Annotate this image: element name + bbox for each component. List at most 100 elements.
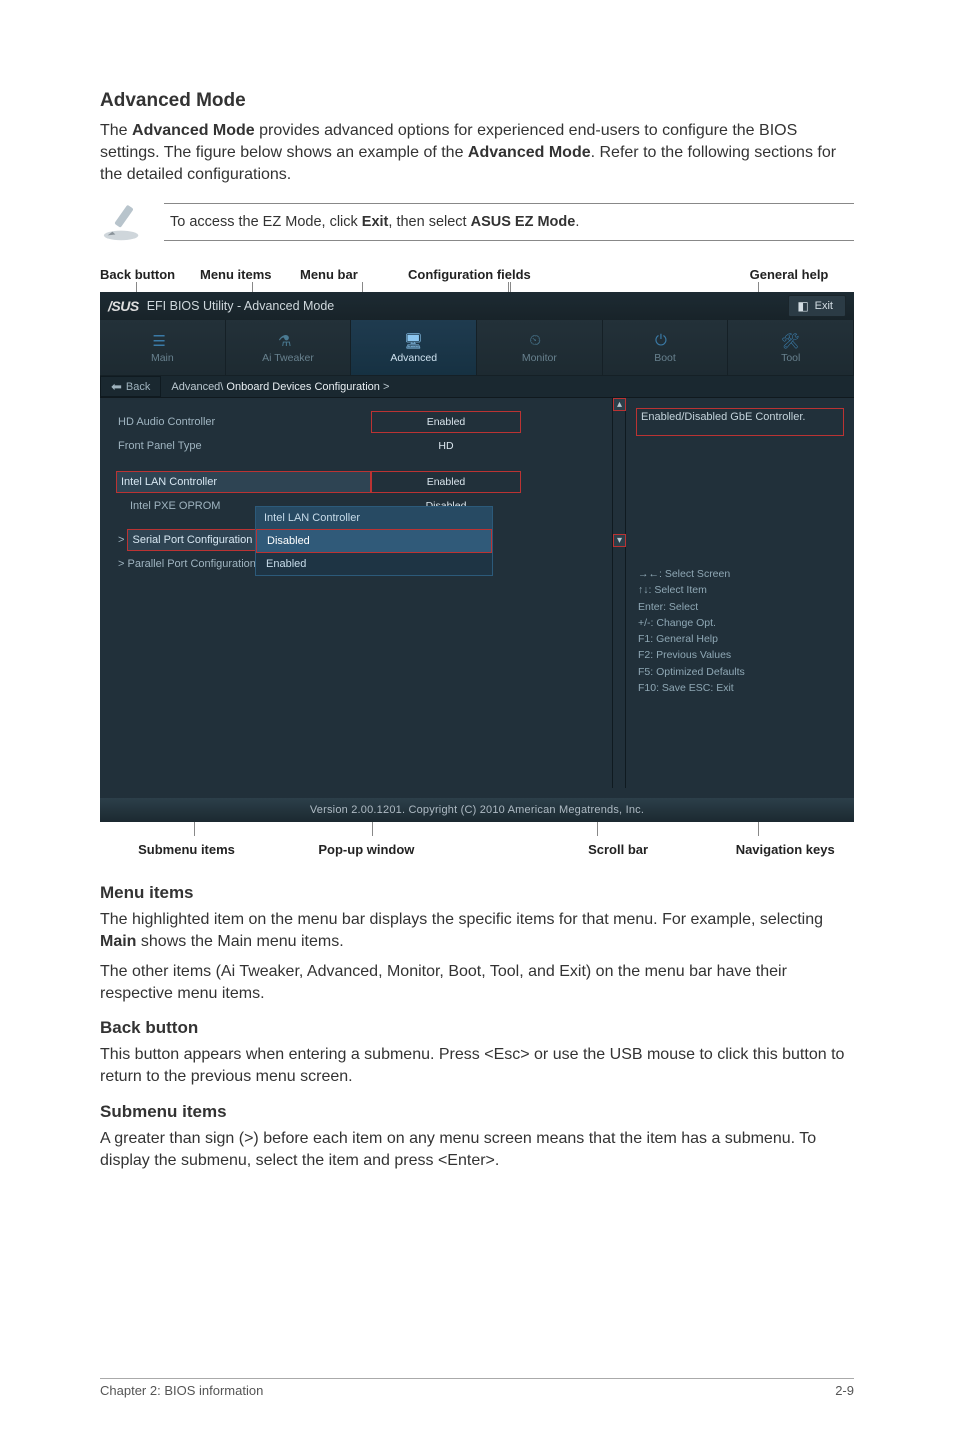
pencil-note-icon bbox=[100, 199, 146, 245]
nav-key-line: F10: Save ESC: Exit bbox=[638, 680, 745, 696]
breadcrumb-suffix: > bbox=[380, 381, 389, 393]
version-bar: Version 2.00.1201. Copyright (C) 2010 Am… bbox=[100, 798, 854, 822]
tab-tool[interactable]: 🛠Tool bbox=[728, 320, 854, 376]
row-label-text: Serial Port Configuration bbox=[127, 529, 257, 551]
field-front-panel[interactable]: HD bbox=[371, 435, 521, 457]
scroll-bar[interactable]: ▴ ▾ bbox=[612, 398, 625, 788]
annot-scroll-bar: Scroll bar bbox=[520, 842, 717, 857]
row-label: Intel LAN Controller bbox=[116, 471, 371, 493]
text-bold: Advanced Mode bbox=[132, 122, 255, 139]
annot-popup-window: Pop-up window bbox=[273, 842, 460, 857]
scroll-down-icon[interactable]: ▾ bbox=[613, 534, 626, 547]
scroll-up-icon[interactable]: ▴ bbox=[613, 398, 626, 411]
paragraph-back-button: This button appears when entering a subm… bbox=[100, 1044, 854, 1088]
text-bold: Advanced Mode bbox=[468, 144, 591, 161]
bios-left-panel: HD Audio Controller Enabled Front Panel … bbox=[100, 398, 626, 788]
back-label: Back bbox=[126, 381, 150, 393]
annot-menu-items: Menu items bbox=[200, 267, 300, 282]
annot-back-button: Back button bbox=[100, 267, 200, 282]
text: The highlighted item on the menu bar dis… bbox=[100, 911, 823, 928]
annot-general-help: General help bbox=[724, 267, 854, 282]
text: To access the EZ Mode, click bbox=[170, 214, 362, 230]
text-bold: ASUS EZ Mode bbox=[471, 214, 576, 230]
popup-option-enabled[interactable]: Enabled bbox=[256, 553, 492, 575]
nav-key-line: Enter: Select bbox=[638, 599, 745, 615]
exit-label: Exit bbox=[815, 300, 833, 312]
field-intel-lan[interactable]: Enabled bbox=[371, 471, 521, 493]
paragraph-menu-items-2: The other items (Ai Tweaker, Advanced, M… bbox=[100, 961, 854, 1005]
tab-monitor[interactable]: ⏲Monitor bbox=[477, 320, 603, 376]
popup-intel-lan: Intel LAN Controller Disabled Enabled bbox=[255, 506, 493, 576]
back-arrow-icon: ⬅ bbox=[111, 379, 122, 395]
tip-row: To access the EZ Mode, click Exit, then … bbox=[100, 199, 854, 245]
annotation-lines-bottom bbox=[100, 822, 854, 836]
breadcrumb-current: Onboard Devices Configuration bbox=[226, 381, 379, 393]
annotation-lines-top bbox=[100, 282, 854, 292]
paragraph-advanced-intro: The Advanced Mode provides advanced opti… bbox=[100, 120, 854, 185]
footer-chapter: Chapter 2: BIOS information bbox=[100, 1383, 263, 1398]
footer-page-number: 2-9 bbox=[835, 1383, 854, 1398]
monitor-gear-icon: 🖥 bbox=[404, 332, 424, 348]
paragraph-submenu-items: A greater than sign (>) before each item… bbox=[100, 1128, 854, 1172]
tab-boot[interactable]: ⏻ Boot bbox=[603, 320, 729, 376]
bios-title-bar: /SUS EFI BIOS Utility - Advanced Mode ◧ … bbox=[100, 292, 854, 320]
power-icon: ⏻ bbox=[655, 332, 675, 348]
nav-key-line: F5: Optimized Defaults bbox=[638, 664, 745, 680]
annot-navigation-keys: Navigation keys bbox=[716, 842, 854, 857]
row-hd-audio[interactable]: HD Audio Controller Enabled bbox=[116, 410, 615, 434]
text: , then select bbox=[388, 214, 470, 230]
annotation-row-bottom: Submenu items Pop-up window Scroll bar N… bbox=[100, 842, 854, 857]
text: shows the Main menu items. bbox=[136, 933, 343, 950]
bios-tab-bar: ☰ Main ⚗ Ai Tweaker 🖥 Advanced ⏲Monitor ⏻ Bo… bbox=[100, 320, 854, 376]
gauge-icon: ⏲ bbox=[529, 332, 549, 348]
breadcrumb-pre: Advanced\ bbox=[171, 381, 226, 393]
back-button[interactable]: ⬅ Back bbox=[100, 376, 161, 397]
row-intel-lan[interactable]: Intel LAN Controller Enabled bbox=[116, 470, 615, 494]
text: . bbox=[575, 214, 579, 230]
breadcrumb-text: Advanced\ Onboard Devices Configuration … bbox=[161, 381, 389, 393]
exit-icon: ◧ bbox=[797, 299, 808, 313]
nav-key-line: F2: Previous Values bbox=[638, 647, 745, 663]
annot-menu-bar: Menu bar bbox=[300, 267, 408, 282]
exit-button[interactable]: ◧ Exit bbox=[788, 295, 846, 317]
popup-option-disabled[interactable]: Disabled bbox=[256, 529, 492, 553]
row-label: HD Audio Controller bbox=[116, 416, 371, 428]
tweaker-icon: ⚗ bbox=[278, 332, 298, 348]
breadcrumb-row: ⬅ Back Advanced\ Onboard Devices Configu… bbox=[100, 376, 854, 398]
heading-submenu-items: Submenu items bbox=[100, 1102, 854, 1122]
annot-submenu-items: Submenu items bbox=[100, 842, 273, 857]
nav-key-line: F1: General Help bbox=[638, 631, 745, 647]
field-hd-audio[interactable]: Enabled bbox=[371, 411, 521, 433]
tab-main[interactable]: ☰ Main bbox=[100, 320, 226, 376]
bios-content-row: HD Audio Controller Enabled Front Panel … bbox=[100, 398, 854, 788]
list-icon: ☰ bbox=[152, 332, 172, 348]
tip-text: To access the EZ Mode, click Exit, then … bbox=[164, 203, 854, 241]
page-footer: Chapter 2: BIOS information 2-9 bbox=[100, 1378, 854, 1398]
row-front-panel[interactable]: Front Panel Type HD bbox=[116, 434, 615, 458]
tab-label: Advanced bbox=[390, 352, 437, 364]
navigation-keys: →←: Select Screen ↑↓: Select Item Enter:… bbox=[638, 566, 745, 696]
annotation-row-top: Back button Menu items Menu bar Configur… bbox=[100, 267, 854, 282]
bios-right-panel: Enabled/Disabled GbE Controller. →←: Sel… bbox=[626, 398, 854, 788]
nav-key-line: →←: Select Screen bbox=[638, 566, 745, 582]
tab-label: Boot bbox=[654, 352, 676, 364]
annot-config-fields: Configuration fields bbox=[408, 267, 614, 282]
bios-screenshot: /SUS EFI BIOS Utility - Advanced Mode ◧ … bbox=[100, 292, 854, 822]
help-box: Enabled/Disabled GbE Controller. bbox=[636, 408, 844, 436]
heading-menu-items: Menu items bbox=[100, 883, 854, 903]
text: The bbox=[100, 122, 132, 139]
asus-logo: /SUS bbox=[108, 298, 139, 314]
nav-key-line: ↑↓: Select Item bbox=[638, 582, 745, 598]
bios-title-text: EFI BIOS Utility - Advanced Mode bbox=[147, 299, 335, 313]
heading-advanced-mode: Advanced Mode bbox=[100, 90, 854, 112]
paragraph-menu-items-1: The highlighted item on the menu bar dis… bbox=[100, 909, 854, 953]
heading-back-button: Back button bbox=[100, 1018, 854, 1038]
nav-key-line: +/-: Change Opt. bbox=[638, 615, 745, 631]
tab-advanced[interactable]: 🖥 Advanced bbox=[351, 320, 477, 376]
row-label-text: Parallel Port Configuration bbox=[127, 558, 255, 570]
tab-label: Ai Tweaker bbox=[262, 352, 314, 364]
tab-label: Main bbox=[151, 352, 174, 364]
tab-label: Tool bbox=[781, 352, 800, 364]
text-bold: Exit bbox=[362, 214, 389, 230]
tab-ai-tweaker[interactable]: ⚗ Ai Tweaker bbox=[226, 320, 352, 376]
